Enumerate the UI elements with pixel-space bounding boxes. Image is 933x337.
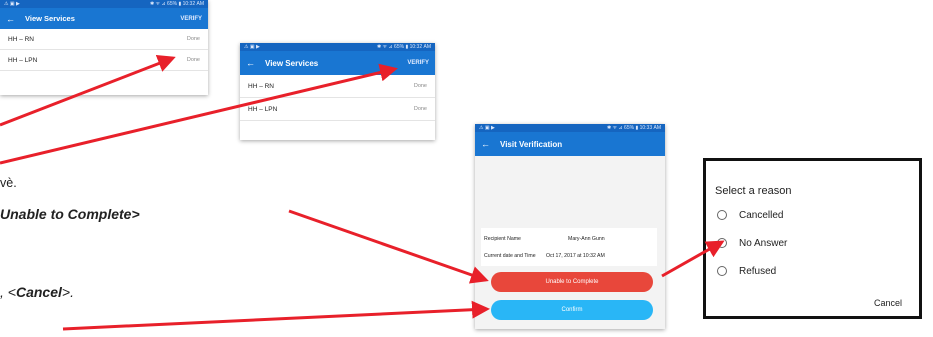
arrow-to-confirm-button xyxy=(62,300,490,331)
arrow-to-verify-button xyxy=(0,63,398,165)
arrow-to-reason-dialog xyxy=(661,240,725,278)
annotation-arrows xyxy=(0,55,725,331)
arrow-to-unable-button xyxy=(288,209,489,284)
arrow-to-done-status xyxy=(0,55,176,127)
